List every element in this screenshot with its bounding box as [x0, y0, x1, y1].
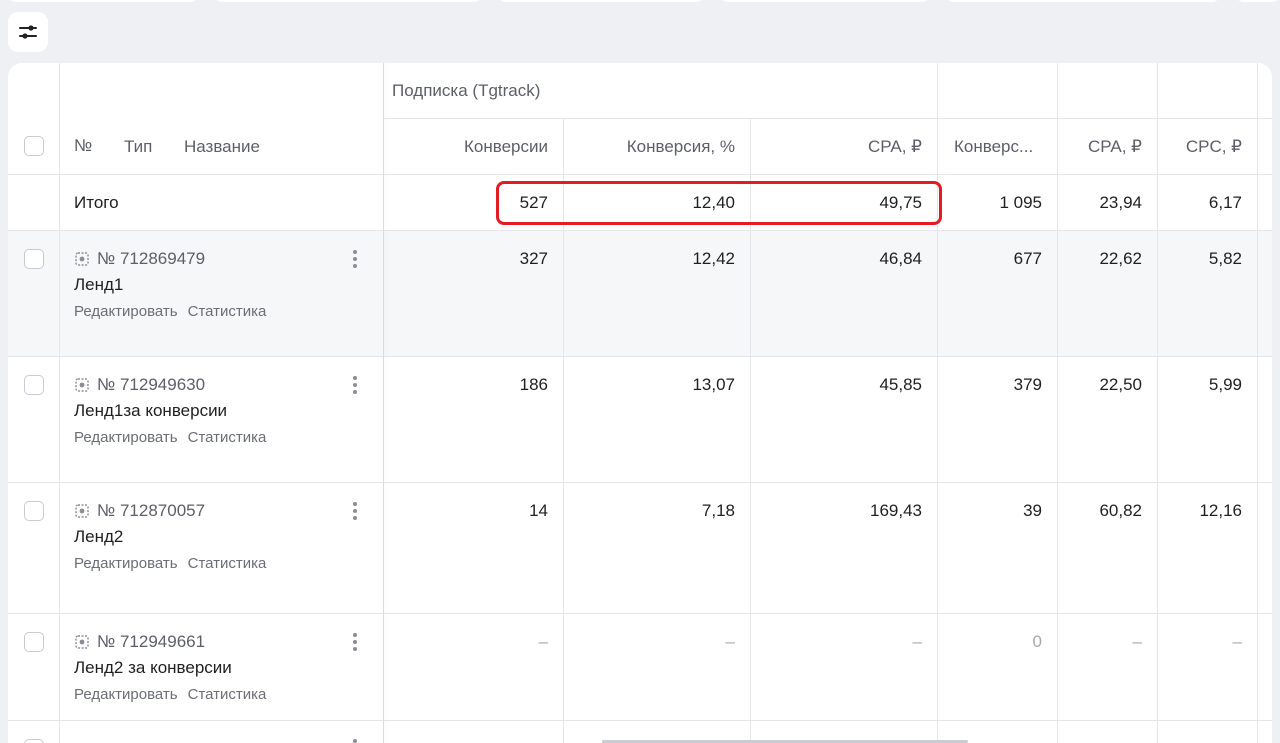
- cpa-2-value: 22,62: [1099, 249, 1142, 268]
- total-row-label: Итого: [74, 193, 119, 212]
- edit-link[interactable]: Редактировать: [74, 303, 178, 320]
- annotation-highlight-box: [496, 181, 942, 225]
- ad-id[interactable]: № 712869479: [75, 249, 205, 269]
- ad-title[interactable]: Ленд2: [74, 527, 123, 547]
- cpa-value: 45,85: [879, 375, 922, 394]
- row-checkbox[interactable]: [24, 375, 44, 395]
- conversions-2-value: 39: [1023, 501, 1042, 520]
- statistics-link[interactable]: Статистика: [188, 303, 267, 320]
- conversions-value: 327: [519, 249, 548, 268]
- column-header-number[interactable]: №: [74, 136, 92, 156]
- ad-actions: Редактировать Статистика: [74, 686, 266, 703]
- conversions-value: –: [538, 632, 548, 651]
- conversions-2-value: 379: [1013, 375, 1042, 394]
- more-options-icon[interactable]: [352, 250, 358, 268]
- conversions-value: 14: [529, 501, 548, 520]
- total-cpa-2: 23,94: [1099, 193, 1142, 212]
- ad-id-text: № 712869479: [97, 249, 206, 268]
- row-checkbox[interactable]: [24, 632, 44, 652]
- row-checkbox[interactable]: [24, 501, 44, 521]
- statistics-link[interactable]: Статистика: [188, 429, 267, 446]
- ad-id[interactable]: № 712949661: [75, 632, 205, 652]
- ad-actions: Редактировать Статистика: [74, 429, 266, 446]
- filter-settings-button[interactable]: [8, 12, 48, 52]
- ad-id[interactable]: № 712949630: [75, 375, 205, 395]
- cpa-2-value: –: [1132, 632, 1142, 651]
- column-header-cpa-2[interactable]: CPA, ₽: [1058, 137, 1158, 157]
- ad-actions: Редактировать Статистика: [74, 303, 266, 320]
- ad-type-icon: [75, 252, 89, 266]
- column-header-conversions[interactable]: Конверсии: [384, 137, 564, 157]
- row-checkbox[interactable]: [24, 739, 44, 743]
- top-filter-pill[interactable]: [720, 0, 930, 2]
- conversions-2-value: 677: [1013, 249, 1042, 268]
- campaign-stats-table: Подписка (Tgtrack) № Тип Название Конвер…: [8, 63, 1272, 743]
- cpa-value: 169,43: [870, 501, 922, 520]
- cpa-value: –: [912, 632, 922, 651]
- more-options-icon[interactable]: [352, 739, 358, 743]
- column-header-cpa[interactable]: CPA, ₽: [751, 137, 938, 157]
- select-all-checkbox[interactable]: [24, 136, 44, 156]
- cpa-2-value: 22,50: [1099, 375, 1142, 394]
- cpa-2-value: 60,82: [1099, 501, 1142, 520]
- top-filter-pill[interactable]: [1236, 0, 1280, 2]
- conversions-2-value: 0: [1032, 632, 1042, 651]
- column-header-conversions-2[interactable]: Конверс...: [954, 137, 1033, 157]
- ad-title[interactable]: Ленд1за конверсии: [74, 401, 227, 421]
- more-options-icon[interactable]: [352, 376, 358, 394]
- column-header-name[interactable]: Название: [184, 137, 260, 157]
- column-header-type[interactable]: Тип: [124, 137, 152, 157]
- ad-actions: Редактировать Статистика: [74, 555, 266, 572]
- column-header-cpc[interactable]: CPC, ₽: [1158, 137, 1258, 157]
- cpc-value: 5,82: [1208, 249, 1242, 268]
- total-cpc: 6,17: [1208, 193, 1242, 212]
- statistics-link[interactable]: Статистика: [188, 686, 267, 703]
- top-filter-pill[interactable]: [8, 0, 198, 2]
- cpc-value: –: [1232, 632, 1242, 651]
- column-header-conversion-pct[interactable]: Конверсия, %: [564, 137, 751, 157]
- top-filter-bar: [0, 0, 1280, 6]
- top-filter-pill[interactable]: [498, 0, 704, 2]
- statistics-link[interactable]: Статистика: [188, 555, 267, 572]
- cpa-value: 46,84: [879, 249, 922, 268]
- row-checkbox[interactable]: [24, 249, 44, 269]
- ad-id-text: № 712949661: [97, 632, 206, 651]
- top-filter-pill[interactable]: [214, 0, 482, 2]
- sliders-icon: [19, 25, 37, 39]
- total-conversions-2: 1 095: [999, 193, 1042, 212]
- more-options-icon[interactable]: [352, 502, 358, 520]
- conversion-pct-value: 12,42: [692, 249, 735, 268]
- edit-link[interactable]: Редактировать: [74, 429, 178, 446]
- cpc-value: 5,99: [1208, 375, 1242, 394]
- ad-type-icon: [75, 378, 89, 392]
- more-options-icon[interactable]: [352, 633, 358, 651]
- cpc-value: 12,16: [1199, 501, 1242, 520]
- conversion-pct-value: 7,18: [701, 501, 735, 520]
- edit-link[interactable]: Редактировать: [74, 686, 178, 703]
- ad-id-text: № 712870057: [97, 501, 206, 520]
- conversion-pct-value: –: [725, 632, 735, 651]
- conversion-pct-value: 13,07: [692, 375, 735, 394]
- group-header-subscription: Подписка (Tgtrack): [392, 81, 541, 100]
- ad-title[interactable]: Ленд1: [74, 275, 123, 295]
- conversions-value: 186: [519, 375, 548, 394]
- ad-id-text: № 712949630: [97, 375, 206, 394]
- ad-id[interactable]: № 712870057: [75, 501, 205, 521]
- ad-title[interactable]: Ленд2 за конверсии: [74, 658, 232, 678]
- ad-type-icon: [75, 504, 89, 518]
- top-filter-pill[interactable]: [946, 0, 1220, 2]
- ad-type-icon: [75, 635, 89, 649]
- edit-link[interactable]: Редактировать: [74, 555, 178, 572]
